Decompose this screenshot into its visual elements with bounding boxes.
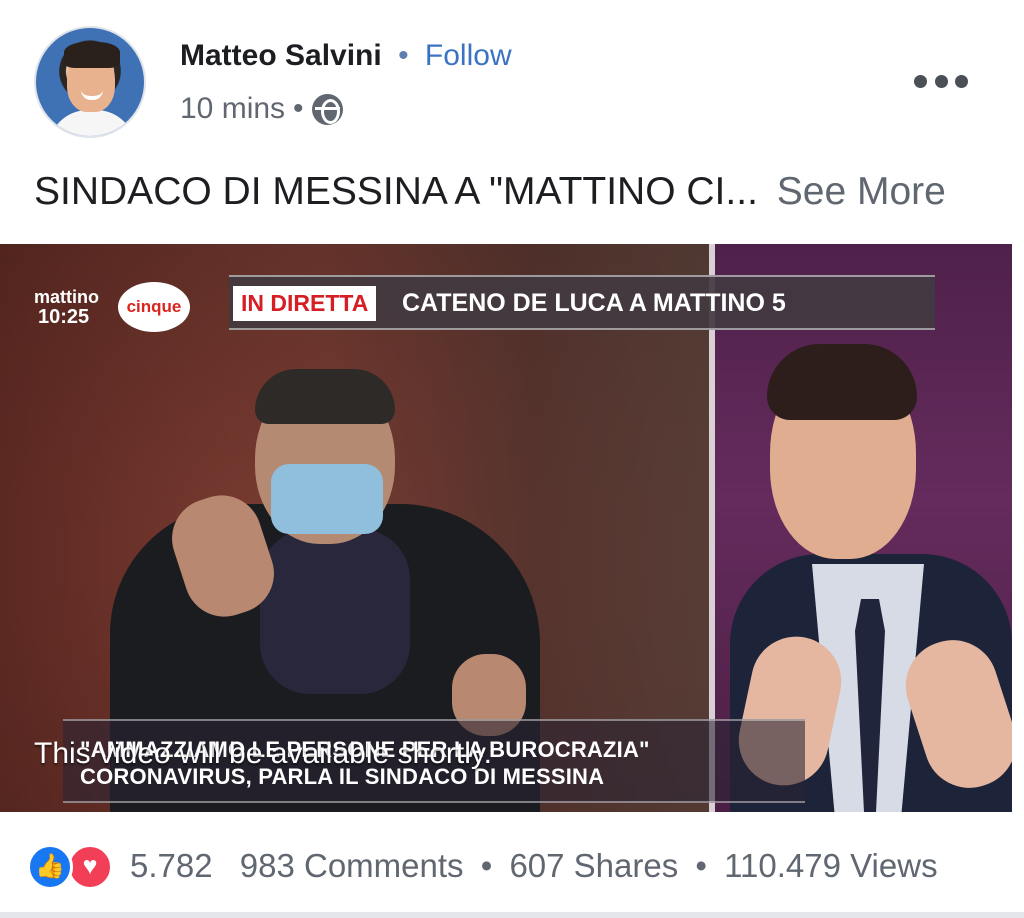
meta-separator: • bbox=[293, 92, 304, 125]
author-separator: • bbox=[398, 39, 409, 72]
post-meta: 10 mins • bbox=[180, 91, 343, 127]
video-player[interactable]: mattino 10:25 cinque IN DIRETTA CATENO D… bbox=[0, 244, 1012, 812]
logo-mattino: mattino bbox=[34, 287, 99, 307]
stats-separator-1: • bbox=[480, 847, 493, 884]
more-dot-3 bbox=[955, 74, 968, 88]
more-dot-2 bbox=[934, 74, 948, 88]
avatar-hair bbox=[64, 42, 120, 68]
more-dot-1 bbox=[914, 74, 927, 88]
post-header: Matteo Salvini • Follow 10 mins • bbox=[0, 0, 1024, 160]
banner-title: CATENO DE LUCA A MATTINO 5 bbox=[402, 289, 786, 317]
post-bottom-divider bbox=[0, 912, 1024, 918]
post-time[interactable]: 10 mins bbox=[180, 91, 285, 127]
more-options-icon[interactable] bbox=[914, 66, 968, 96]
video-pending-message: This video will be available shortly. bbox=[34, 737, 492, 770]
like-reaction-icon[interactable]: 👍 bbox=[27, 844, 73, 890]
post-stats: 👍 ♥ 5.782 983 Comments • 607 Shares • 11… bbox=[0, 820, 1024, 912]
author-name[interactable]: Matteo Salvini bbox=[180, 39, 382, 72]
live-badge: IN DIRETTA bbox=[233, 286, 377, 321]
globe-icon bbox=[311, 93, 343, 125]
caption-text: SINDACO DI MESSINA A "MATTINO CI... bbox=[34, 170, 758, 213]
stats-separator-2: • bbox=[695, 847, 707, 884]
see-more-link[interactable]: See More bbox=[777, 170, 946, 213]
follow-button[interactable]: Follow bbox=[425, 39, 512, 72]
broadcast-time: 10:25 bbox=[38, 306, 90, 328]
face-mask bbox=[271, 464, 383, 534]
person-right-hair bbox=[767, 344, 917, 420]
person-left-hair bbox=[255, 369, 395, 424]
author-row: Matteo Salvini • Follow bbox=[180, 38, 512, 74]
person-left-scarf bbox=[260, 529, 410, 694]
comment-count[interactable]: 983 Comments bbox=[240, 847, 464, 884]
avatar-shirt bbox=[48, 110, 136, 136]
live-banner: IN DIRETTA CATENO DE LUCA A MATTINO 5 bbox=[229, 275, 935, 330]
engagement-summary: 5.782 983 Comments • 607 Shares • 110.47… bbox=[130, 846, 938, 886]
channel-logo: mattino 10:25 cinque bbox=[34, 282, 190, 332]
logo-cinque: cinque bbox=[118, 282, 190, 332]
view-count: 110.479 Views bbox=[724, 847, 938, 884]
post-caption: SINDACO DI MESSINA A "MATTINO CI... See … bbox=[34, 168, 984, 216]
share-count[interactable]: 607 Shares bbox=[509, 847, 678, 884]
love-reaction-icon[interactable]: ♥ bbox=[67, 844, 113, 890]
reaction-count[interactable]: 5.782 bbox=[130, 847, 213, 884]
profile-avatar[interactable] bbox=[34, 26, 146, 138]
